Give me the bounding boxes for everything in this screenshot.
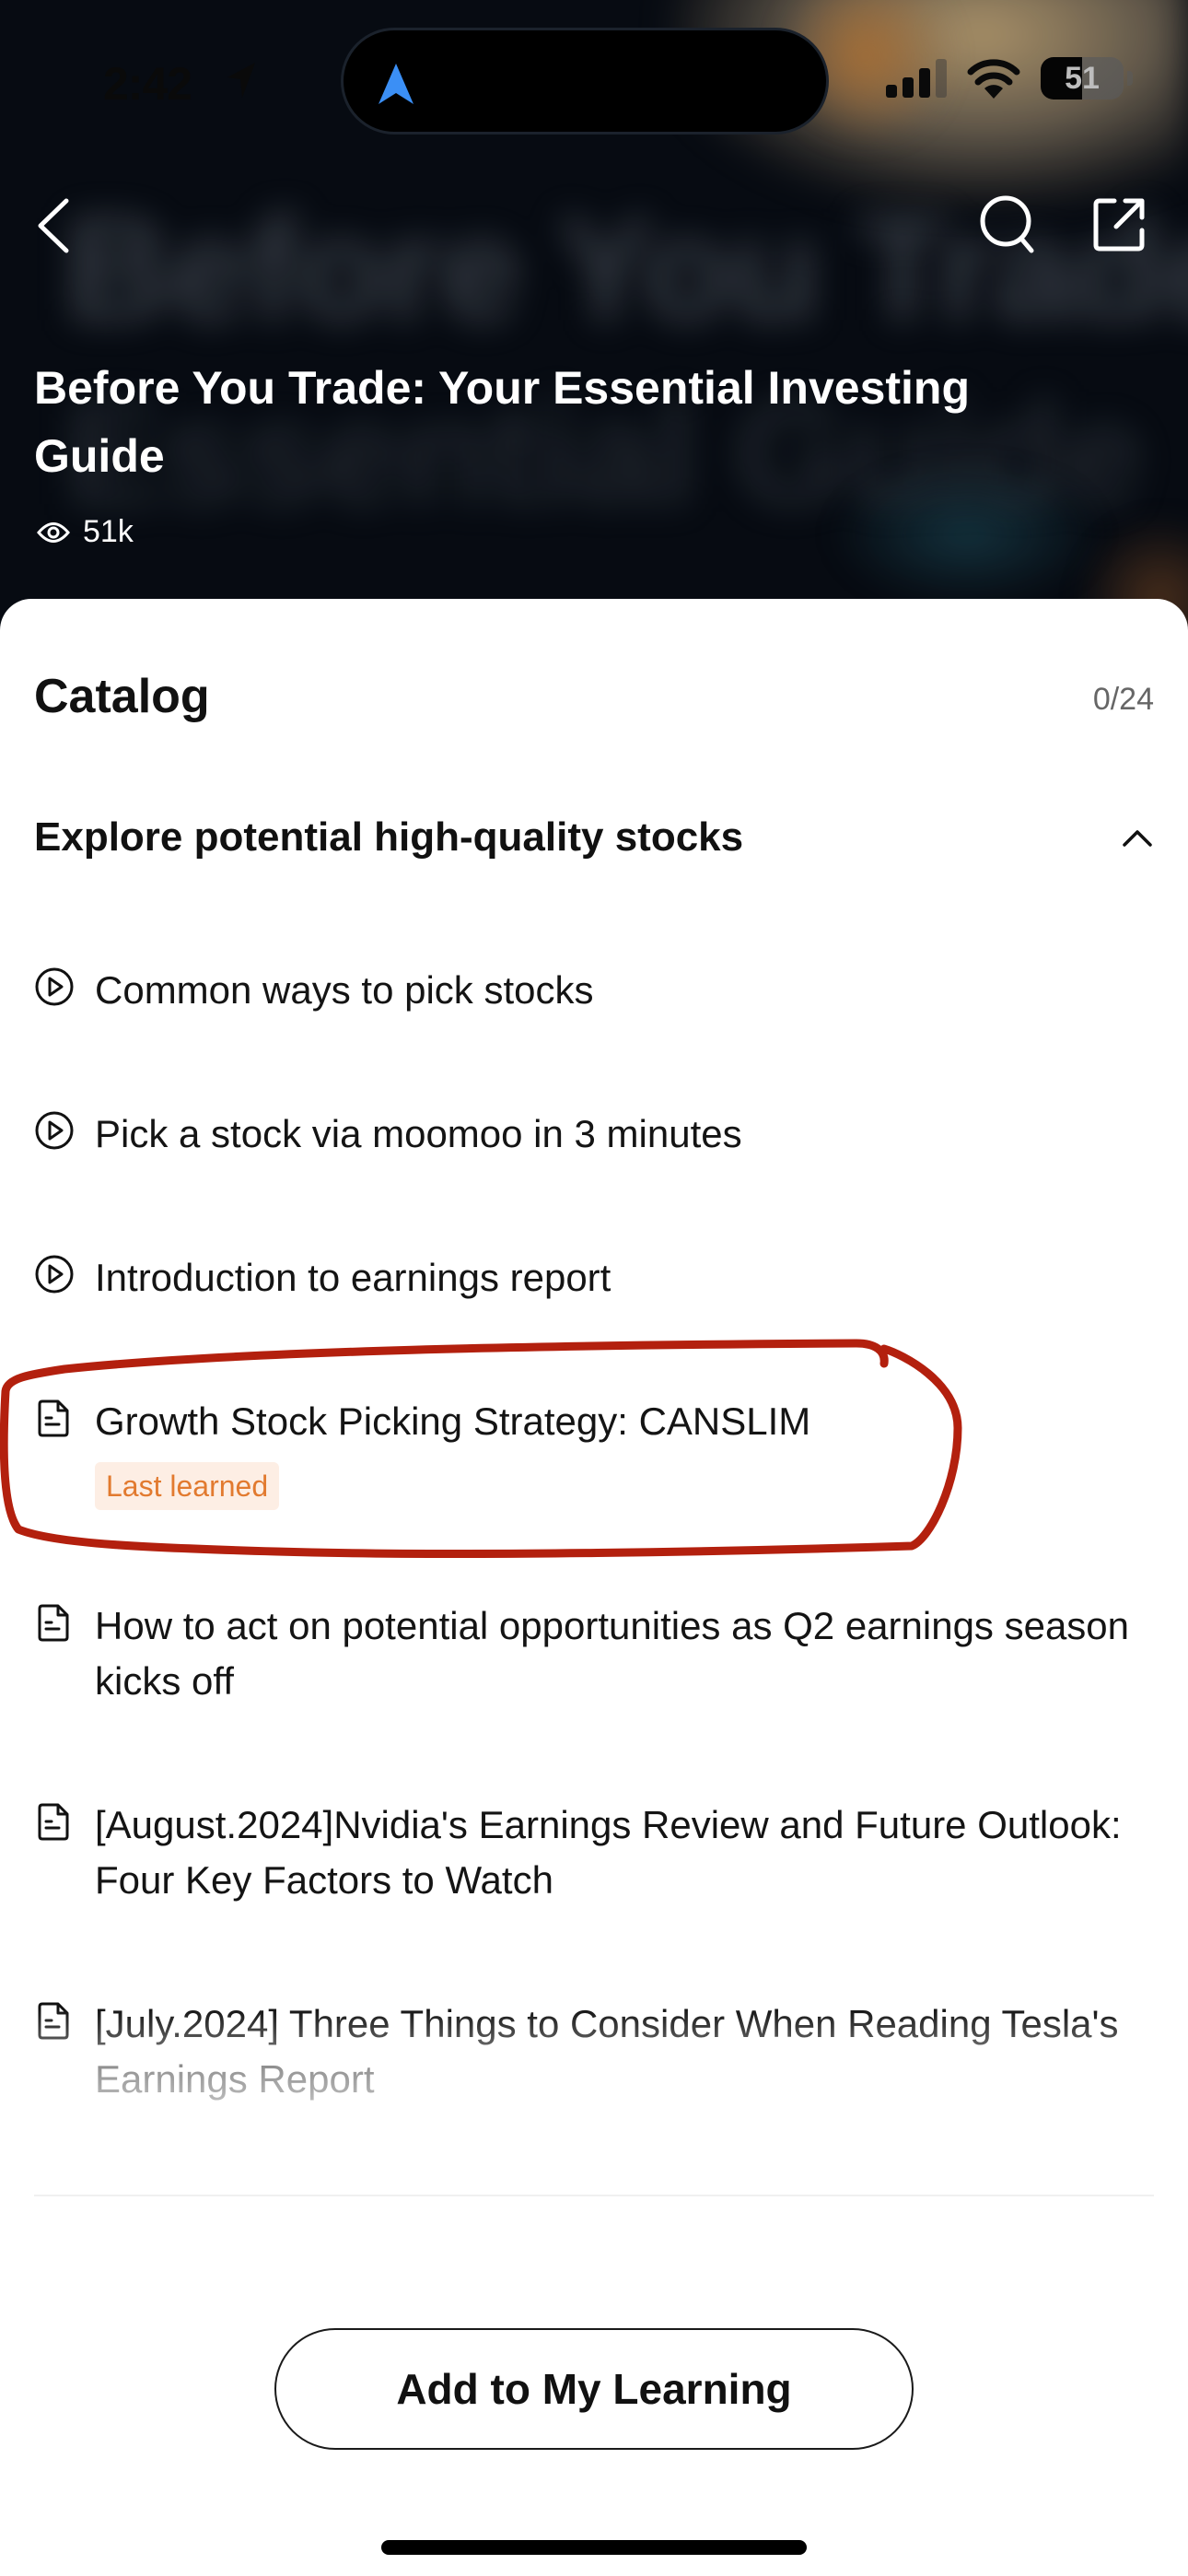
document-icon xyxy=(38,1604,69,1642)
status-time: 2:42 xyxy=(103,58,192,110)
back-button[interactable] xyxy=(31,193,77,258)
list-fade-overlay xyxy=(0,2008,1188,2211)
last-learned-badge: Last learned xyxy=(95,1462,280,1510)
share-icon[interactable] xyxy=(1092,195,1147,252)
battery-icon: 51 xyxy=(1041,57,1133,100)
lesson-item-last-learned[interactable]: Growth Stock Picking Strategy: CANSLIM L… xyxy=(34,1394,1154,1511)
home-indicator[interactable] xyxy=(381,2540,807,2555)
status-indicators: 51 xyxy=(886,57,1133,100)
view-count: 51k xyxy=(37,514,134,550)
lesson-title: Pick a stock via moomoo in 3 minutes xyxy=(95,1112,742,1155)
catalog-progress: 0/24 xyxy=(1092,682,1154,717)
lesson-item[interactable]: [August.2024]Nvidia's Earnings Review an… xyxy=(34,1797,1154,1908)
lesson-title: Common ways to pick stocks xyxy=(95,968,594,1012)
search-icon[interactable] xyxy=(978,192,1039,258)
section-title: Explore potential high-quality stocks xyxy=(34,814,744,860)
catalog-sheet: Catalog 0/24 Explore potential high-qual… xyxy=(0,599,1188,2576)
section-header[interactable]: Explore potential high-quality stocks xyxy=(34,814,1154,861)
chevron-up-icon[interactable] xyxy=(1121,826,1154,849)
lesson-item[interactable]: Introduction to earnings report xyxy=(34,1250,1154,1306)
course-title: Before You Trade: Your Essential Investi… xyxy=(34,362,971,482)
lesson-title: How to act on potential opportunities as… xyxy=(95,1604,1130,1703)
cellular-signal-icon xyxy=(886,59,947,98)
lesson-title: [August.2024]Nvidia's Earnings Review an… xyxy=(95,1803,1122,1902)
navigation-arrow-icon xyxy=(379,64,413,104)
lesson-item[interactable]: Pick a stock via moomoo in 3 minutes xyxy=(34,1107,1154,1162)
add-to-my-learning-button[interactable]: Add to My Learning xyxy=(274,2328,914,2450)
lesson-title: Growth Stock Picking Strategy: CANSLIM xyxy=(95,1399,811,1443)
lesson-title: Introduction to earnings report xyxy=(95,1256,611,1299)
catalog-title: Catalog xyxy=(34,670,210,723)
wifi-icon xyxy=(967,59,1020,99)
document-icon xyxy=(38,1803,69,1841)
play-circle-icon xyxy=(35,1255,74,1294)
dynamic-island xyxy=(341,28,829,135)
eye-icon xyxy=(37,521,70,543)
hero-header: Before You Trade Essential Guide 2:42 51… xyxy=(0,0,1188,645)
view-count-value: 51k xyxy=(83,514,134,549)
divider xyxy=(34,2195,1154,2196)
play-circle-icon xyxy=(35,1111,74,1150)
document-icon xyxy=(38,1399,69,1437)
lesson-item[interactable]: Common ways to pick stocks xyxy=(34,963,1154,1018)
lesson-item[interactable]: How to act on potential opportunities as… xyxy=(34,1598,1154,1709)
play-circle-icon xyxy=(35,967,74,1006)
location-arrow-icon xyxy=(227,63,255,98)
